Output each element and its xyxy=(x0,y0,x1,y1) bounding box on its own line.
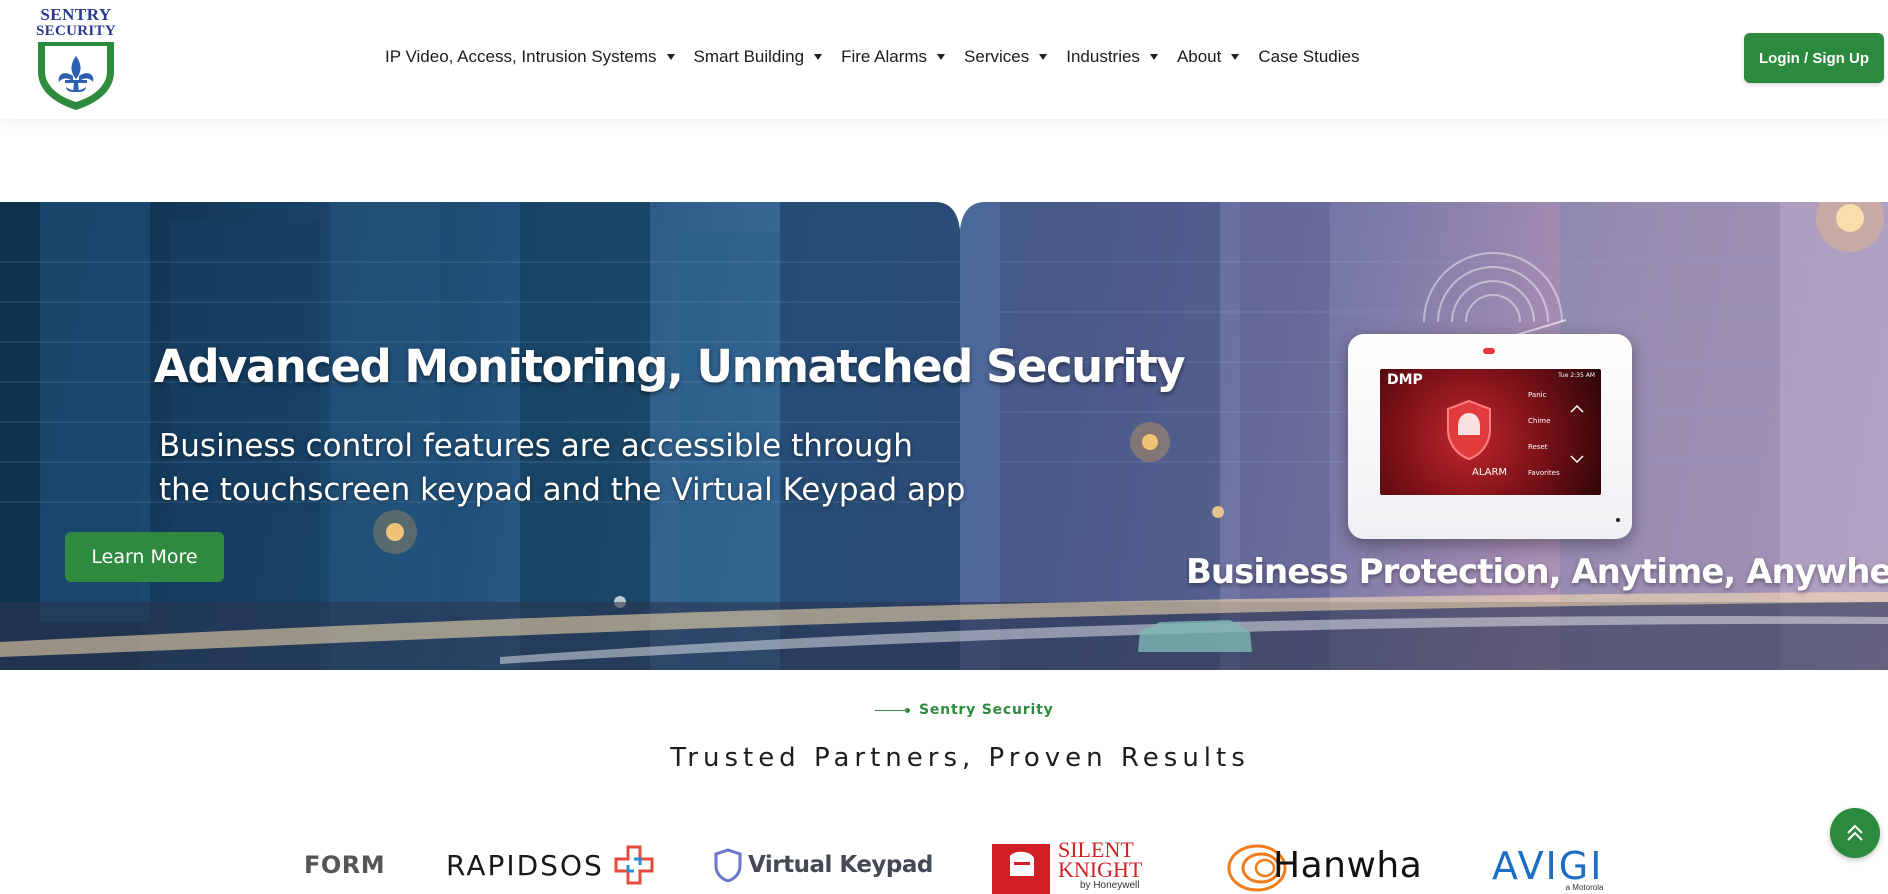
hero-subtitle-line1: Business control features are accessible… xyxy=(159,428,913,464)
caret-down-icon xyxy=(1039,54,1048,60)
nav-item-industries[interactable]: Industries xyxy=(1066,47,1158,67)
partner-logo-virtual-keypad[interactable]: Virtual Keypad xyxy=(714,836,933,894)
chevron-up-icon xyxy=(1570,405,1584,413)
keypad-option-chime: Chime xyxy=(1528,417,1551,425)
alarm-shield-icon xyxy=(1447,399,1491,461)
brand-wordmark: SENTRY SECURITY xyxy=(35,6,117,40)
avigi-sub: a Motorola xyxy=(1565,883,1604,892)
keypad-option-reset: Reset xyxy=(1528,443,1548,451)
caret-down-icon xyxy=(937,54,946,60)
silent-knight-sub: by Honeywell xyxy=(1080,879,1140,891)
caret-down-icon xyxy=(1149,54,1158,60)
kicker-line xyxy=(875,709,905,711)
partner-logo-form[interactable]: FORM xyxy=(304,836,385,894)
site-header: SENTRY SECURITY IP Video, Access, Intrus… xyxy=(0,0,1888,119)
nav-item-label: Services xyxy=(964,47,1030,66)
brand-name-line1: SENTRY xyxy=(40,5,112,24)
nav-item-label: IP Video, Access, Intrusion Systems xyxy=(385,47,657,66)
nav-item-case-studies[interactable]: Case Studies xyxy=(1258,47,1359,67)
rapidsos-wordmark: RAPIDSOS xyxy=(446,848,604,882)
partner-logo-hanwha[interactable]: Hanwha xyxy=(1225,836,1422,894)
partner-logo-silent-knight[interactable]: SILENT KNIGHT by Honeywell xyxy=(992,836,1142,894)
kicker-dot xyxy=(905,707,910,713)
keypad-option-panic: Panic xyxy=(1528,391,1547,399)
keypad-brand: DMP xyxy=(1387,372,1423,388)
hero-title: Advanced Monitoring, Unmatched Security xyxy=(154,340,1186,393)
brand-name-line2: SECURITY xyxy=(36,23,116,39)
virtual-keypad-wordmark: Virtual Keypad xyxy=(748,852,933,878)
scroll-to-top-button[interactable] xyxy=(1830,808,1880,858)
knight-helmet-icon xyxy=(992,844,1050,894)
nav-item-label: Industries xyxy=(1066,47,1140,66)
section-kicker: Sentry Security xyxy=(875,702,1054,718)
nav-item-label: Fire Alarms xyxy=(841,47,928,66)
hanwha-wordmark: Hanwha xyxy=(1273,844,1423,886)
touchscreen-keypad-image: DMP Tue 2:35 AM ALARM Panic Chime Reset … xyxy=(1348,334,1632,539)
keypad-status: ALARM xyxy=(1472,467,1508,478)
hero-tagline: Business Protection, Anytime, Anywhere xyxy=(1186,552,1888,592)
avigi-wordmark: AVIGI xyxy=(1492,844,1604,888)
device-indicator xyxy=(1616,518,1620,522)
partner-logo-rapidsos[interactable]: RAPIDSOS xyxy=(446,836,654,894)
keypad-option-favorites: Favorites xyxy=(1528,469,1560,477)
nav-item-about[interactable]: About xyxy=(1176,47,1240,67)
hero-subtitle: Business control features are accessible… xyxy=(159,424,979,512)
silent-knight-line2: KNIGHT xyxy=(1058,856,1143,882)
hero-subtitle-line2: the touchscreen keypad and the Virtual K… xyxy=(159,472,966,508)
kicker-text: Sentry Security xyxy=(919,702,1054,718)
partners-title: Trusted Partners, Proven Results xyxy=(670,743,1250,773)
caret-down-icon xyxy=(1231,54,1240,60)
status-led xyxy=(1483,348,1495,354)
virtual-keypad-shield-icon xyxy=(714,848,742,882)
rapidsos-cross-icon xyxy=(614,845,654,885)
main-nav: IP Video, Access, Intrusion Systems Smar… xyxy=(385,44,1379,70)
learn-more-button[interactable]: Learn More xyxy=(65,532,224,582)
partner-logo-avigi[interactable]: AVIGI a Motorola xyxy=(1492,836,1603,894)
keypad-time: Tue 2:35 AM xyxy=(1558,372,1595,379)
chevron-double-up-icon xyxy=(1847,824,1863,841)
nav-item-ip-video[interactable]: IP Video, Access, Intrusion Systems xyxy=(385,47,675,67)
hero-banner: Advanced Monitoring, Unmatched Security … xyxy=(0,202,1888,670)
keypad-screen: DMP Tue 2:35 AM ALARM Panic Chime Reset … xyxy=(1380,369,1601,495)
nav-item-smart-building[interactable]: Smart Building xyxy=(694,47,823,67)
nav-item-label: Case Studies xyxy=(1258,47,1360,66)
brand-logo[interactable]: SENTRY SECURITY xyxy=(35,6,117,110)
caret-down-icon xyxy=(666,54,675,60)
caret-down-icon xyxy=(814,54,823,60)
nav-item-label: About xyxy=(1176,47,1222,66)
nav-item-services[interactable]: Services xyxy=(964,47,1048,67)
silent-knight-text: SILENT KNIGHT by Honeywell xyxy=(1050,838,1143,891)
nav-item-fire-alarms[interactable]: Fire Alarms xyxy=(841,47,946,67)
nav-item-label: Smart Building xyxy=(693,47,805,66)
login-signup-button[interactable]: Login / Sign Up xyxy=(1744,33,1884,83)
chevron-down-icon xyxy=(1570,455,1584,463)
